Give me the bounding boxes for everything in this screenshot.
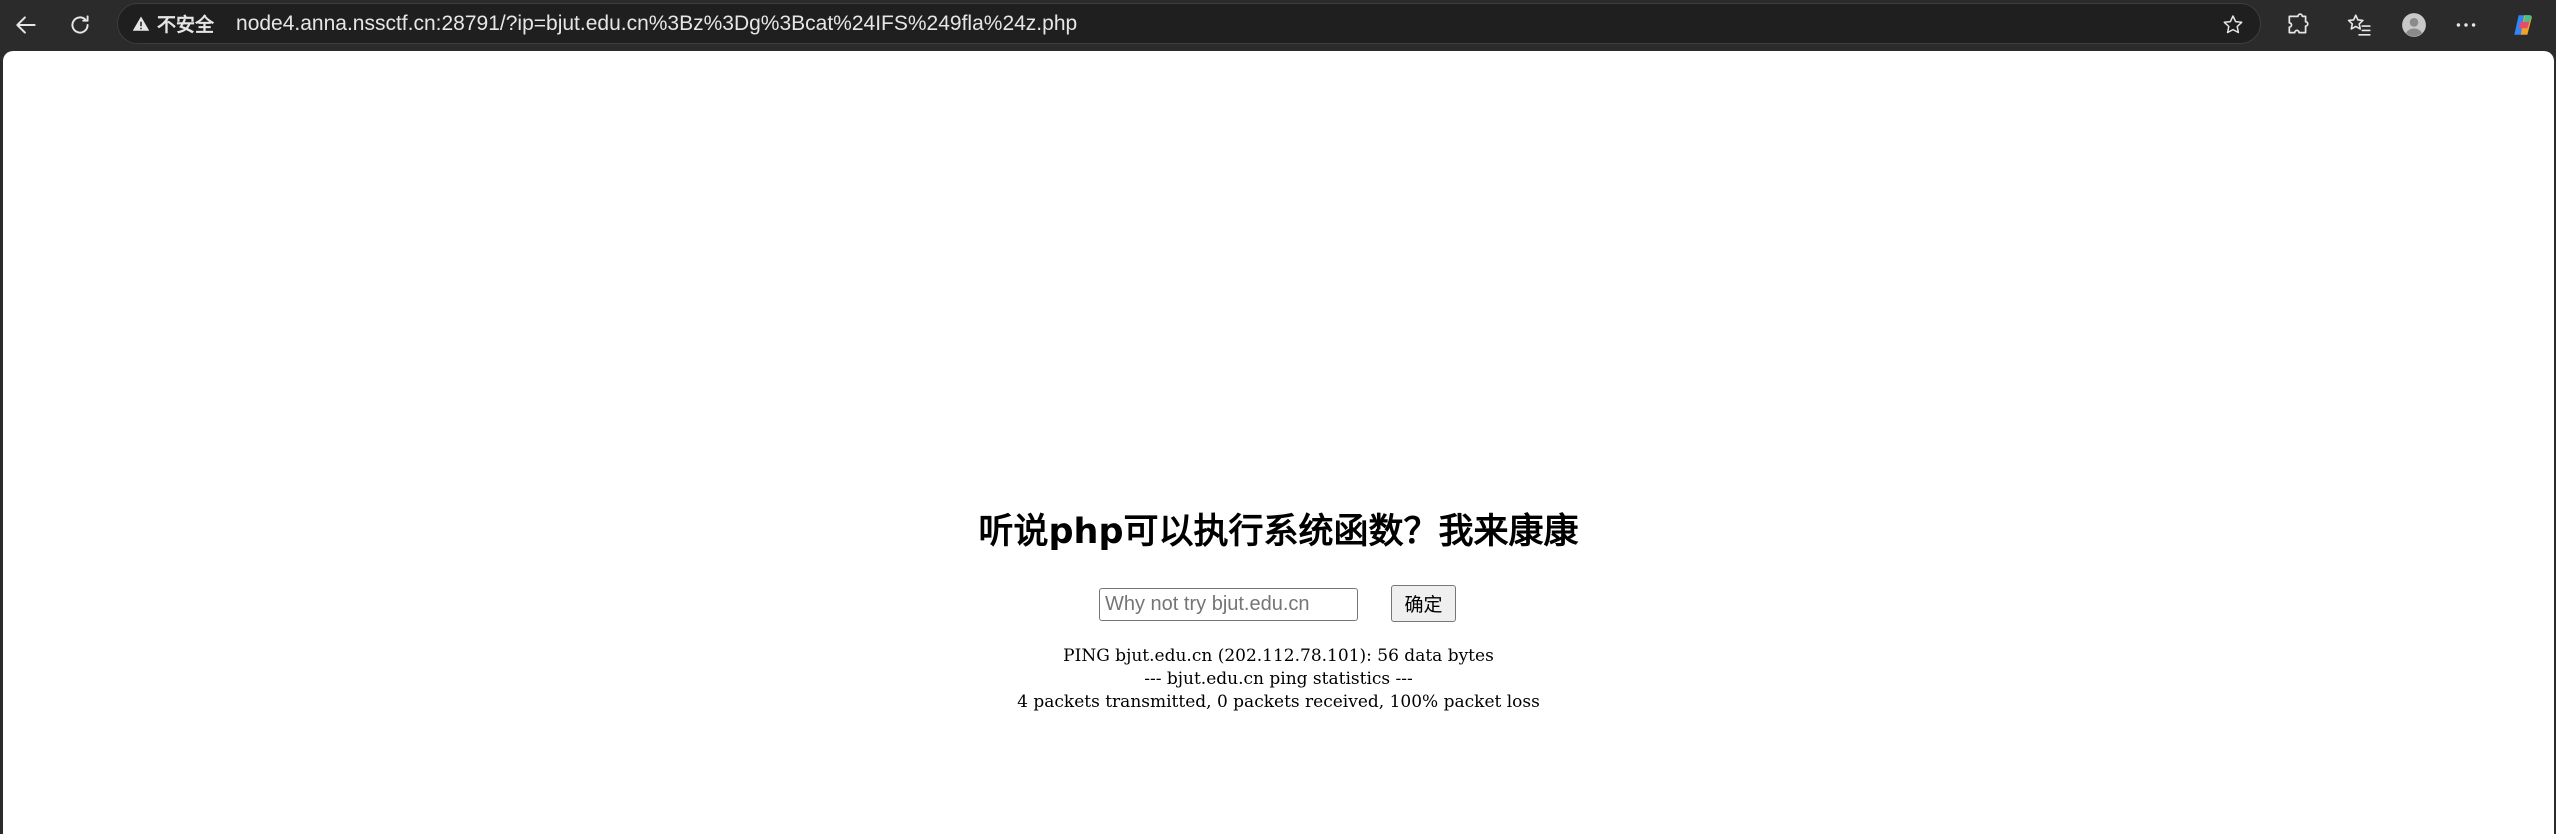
output-line: PING bjut.edu.cn (202.112.78.101): 56 da… [1063, 646, 1494, 666]
puzzle-icon [2288, 13, 2309, 34]
copilot-icon [2514, 15, 2532, 35]
output-line: --- bjut.edu.cn ping statistics --- [1144, 669, 1413, 689]
back-button[interactable] [6, 5, 46, 45]
output-line: 4 packets transmitted, 0 packets receive… [1017, 692, 1540, 712]
ip-input[interactable] [1099, 588, 1358, 621]
star-icon [2223, 15, 2243, 34]
extensions-button[interactable] [2280, 7, 2316, 43]
browser-toolbar: 不安全 node4.anna.nssctf.cn:28791/?ip=bjut.… [0, 0, 2556, 50]
warning-icon [132, 15, 150, 33]
add-favorite-button[interactable] [2220, 12, 2246, 38]
page-viewport: 听说php可以执行系统函数？我来康康 确定 PING bjut.edu.cn (… [3, 51, 2554, 834]
address-bar[interactable]: 不安全 node4.anna.nssctf.cn:28791/?ip=bjut.… [117, 3, 2261, 44]
copilot-button[interactable] [2505, 7, 2541, 43]
profile-avatar-icon [2402, 13, 2426, 37]
more-icon [2456, 23, 2476, 27]
page-title: 听说php可以执行系统函数？我来康康 [978, 512, 1579, 552]
favorites-icon [2347, 14, 2371, 36]
security-label: 不安全 [157, 14, 215, 36]
submit-button[interactable]: 确定 [1391, 585, 1456, 622]
more-options-button[interactable] [2448, 7, 2484, 43]
reload-icon [71, 15, 89, 34]
site-security-indicator[interactable]: 不安全 [132, 4, 214, 43]
profile-button[interactable] [2396, 7, 2432, 43]
favorites-button[interactable] [2341, 7, 2377, 43]
back-arrow-icon [16, 16, 36, 34]
reload-button[interactable] [60, 5, 100, 45]
url-text[interactable]: node4.anna.nssctf.cn:28791/?ip=bjut.edu.… [236, 12, 1077, 36]
ping-output: PING bjut.edu.cn (202.112.78.101): 56 da… [3, 645, 2554, 714]
